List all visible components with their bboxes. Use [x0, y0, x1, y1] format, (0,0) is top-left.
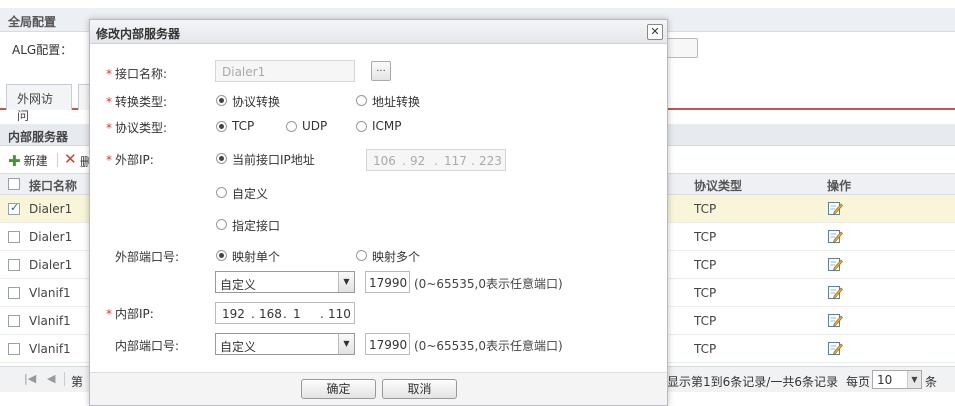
- row-protocol: TCP: [694, 202, 717, 216]
- pager-divider: [64, 372, 65, 386]
- interface-name-label: * 接口名称:: [106, 67, 168, 81]
- row-interface-name: Dialer1: [29, 258, 73, 272]
- map-single-label[interactable]: 映射单个: [232, 248, 280, 265]
- map-multiple-label[interactable]: 映射多个: [372, 248, 420, 265]
- internal-port-hint: (0~65535,0表示任意端口): [414, 339, 563, 353]
- map-multiple-radio[interactable]: [356, 250, 367, 261]
- tcp-radio[interactable]: [216, 121, 227, 132]
- udp-label[interactable]: UDP: [302, 119, 327, 133]
- specified-interface-label[interactable]: 指定接口: [232, 217, 280, 234]
- row-interface-name: Vlanif1: [29, 286, 71, 300]
- ok-button[interactable]: 确定: [301, 379, 376, 399]
- address-conversion-radio[interactable]: [356, 95, 367, 106]
- interface-browse-button[interactable]: ...: [371, 61, 391, 81]
- row-checkbox[interactable]: [8, 287, 20, 299]
- specified-interface-radio[interactable]: [216, 219, 227, 230]
- row-protocol: TCP: [694, 342, 717, 356]
- row-checkbox[interactable]: [8, 231, 20, 243]
- custom-ip-radio[interactable]: [216, 187, 227, 198]
- internal-port-input[interactable]: 17990: [365, 333, 410, 355]
- column-header-protocol[interactable]: 协议类型: [694, 177, 742, 194]
- column-header-action: 操作: [827, 179, 852, 193]
- row-interface-name: Dialer1: [29, 202, 73, 216]
- first-page-icon[interactable]: |◀: [24, 372, 36, 385]
- external-port-label: 外部端口号:: [115, 250, 180, 264]
- add-button[interactable]: ✚ 新建: [8, 152, 48, 170]
- chevron-down-icon: ▼: [338, 272, 354, 292]
- close-icon[interactable]: ✕: [64, 150, 77, 168]
- address-conversion-label[interactable]: 地址转换: [372, 93, 420, 110]
- page-label: 第: [71, 375, 84, 389]
- internal-ip-label: * 内部IP:: [106, 307, 154, 321]
- protocol-conversion-radio[interactable]: [216, 95, 227, 106]
- row-interface-name: Vlanif1: [29, 314, 71, 328]
- internal-port-label: 内部端口号:: [115, 339, 180, 353]
- per-page-label: 每页: [846, 375, 871, 389]
- alg-config-label: ALG配置：: [12, 43, 73, 57]
- protocol-type-label: * 协议类型:: [106, 121, 168, 135]
- row-interface-name: Vlanif1: [29, 342, 71, 356]
- select-all-checkbox[interactable]: [8, 178, 20, 190]
- edit-icon[interactable]: [827, 200, 843, 216]
- row-checkbox[interactable]: [8, 315, 20, 327]
- edit-icon[interactable]: [827, 228, 843, 244]
- close-icon[interactable]: ✕: [647, 24, 663, 40]
- icmp-label[interactable]: ICMP: [372, 119, 402, 133]
- current-interface-ip-label[interactable]: 当前接口IP地址: [232, 151, 315, 168]
- external-ip-label: * 外部IP:: [106, 153, 154, 167]
- edit-icon[interactable]: [827, 312, 843, 328]
- row-checkbox[interactable]: [8, 343, 20, 355]
- dialog-header: 修改内部服务器 ✕: [90, 20, 667, 44]
- edit-icon[interactable]: [827, 284, 843, 300]
- external-ip-input[interactable]: 106 . 92 . 117 . 223: [366, 149, 506, 171]
- dialog-title: 修改内部服务器: [96, 27, 181, 41]
- row-protocol: TCP: [694, 230, 717, 244]
- chevron-down-icon: ▼: [338, 334, 354, 354]
- external-port-hint: (0~65535,0表示任意端口): [414, 277, 563, 291]
- internal-ip-input[interactable]: 192 . 168 . 1 . 110: [215, 302, 355, 324]
- external-port-select[interactable]: 自定义 ▼: [215, 271, 355, 293]
- per-page-unit: 条: [925, 375, 938, 389]
- protocol-conversion-label[interactable]: 协议转换: [232, 93, 280, 110]
- column-header-interface-name[interactable]: 接口名称: [29, 177, 77, 194]
- map-single-radio[interactable]: [216, 250, 227, 261]
- row-checkbox[interactable]: [8, 259, 20, 271]
- current-interface-ip-radio[interactable]: [216, 153, 227, 164]
- external-port-input[interactable]: 17990: [365, 271, 410, 293]
- toolbar-divider: [57, 153, 58, 167]
- udp-radio[interactable]: [286, 121, 297, 132]
- panel-title: 内部服务器: [8, 130, 69, 144]
- previous-page-icon[interactable]: ◀: [47, 372, 55, 385]
- plus-icon: ✚: [8, 152, 21, 170]
- row-checkbox[interactable]: [8, 201, 20, 215]
- cancel-button[interactable]: 取消: [382, 379, 457, 399]
- chevron-down-icon: ▼: [907, 371, 921, 388]
- icmp-radio[interactable]: [356, 121, 367, 132]
- tcp-label[interactable]: TCP: [232, 119, 254, 133]
- row-protocol: TCP: [694, 314, 717, 328]
- global-config-title: 全局配置: [8, 15, 57, 29]
- per-page-select[interactable]: 10 ▼: [872, 370, 922, 389]
- edit-internal-server-dialog: 修改内部服务器 ✕ * 接口名称: Dialer1 ... * 转换类型: 协议转换…: [89, 19, 668, 406]
- row-protocol: TCP: [694, 286, 717, 300]
- row-interface-name: Dialer1: [29, 230, 73, 244]
- conversion-type-label: * 转换类型:: [106, 95, 168, 109]
- internal-port-select[interactable]: 自定义 ▼: [215, 333, 355, 355]
- record-info: 显示第1到6条记录/一共6条记录: [667, 375, 838, 389]
- edit-icon[interactable]: [827, 256, 843, 272]
- dialog-footer: 确定 取消: [90, 372, 667, 405]
- interface-name-input[interactable]: Dialer1: [215, 60, 355, 82]
- tab-external-access[interactable]: 外网访问: [6, 84, 72, 123]
- custom-ip-label[interactable]: 自定义: [232, 185, 268, 202]
- edit-icon[interactable]: [827, 340, 843, 356]
- row-protocol: TCP: [694, 258, 717, 272]
